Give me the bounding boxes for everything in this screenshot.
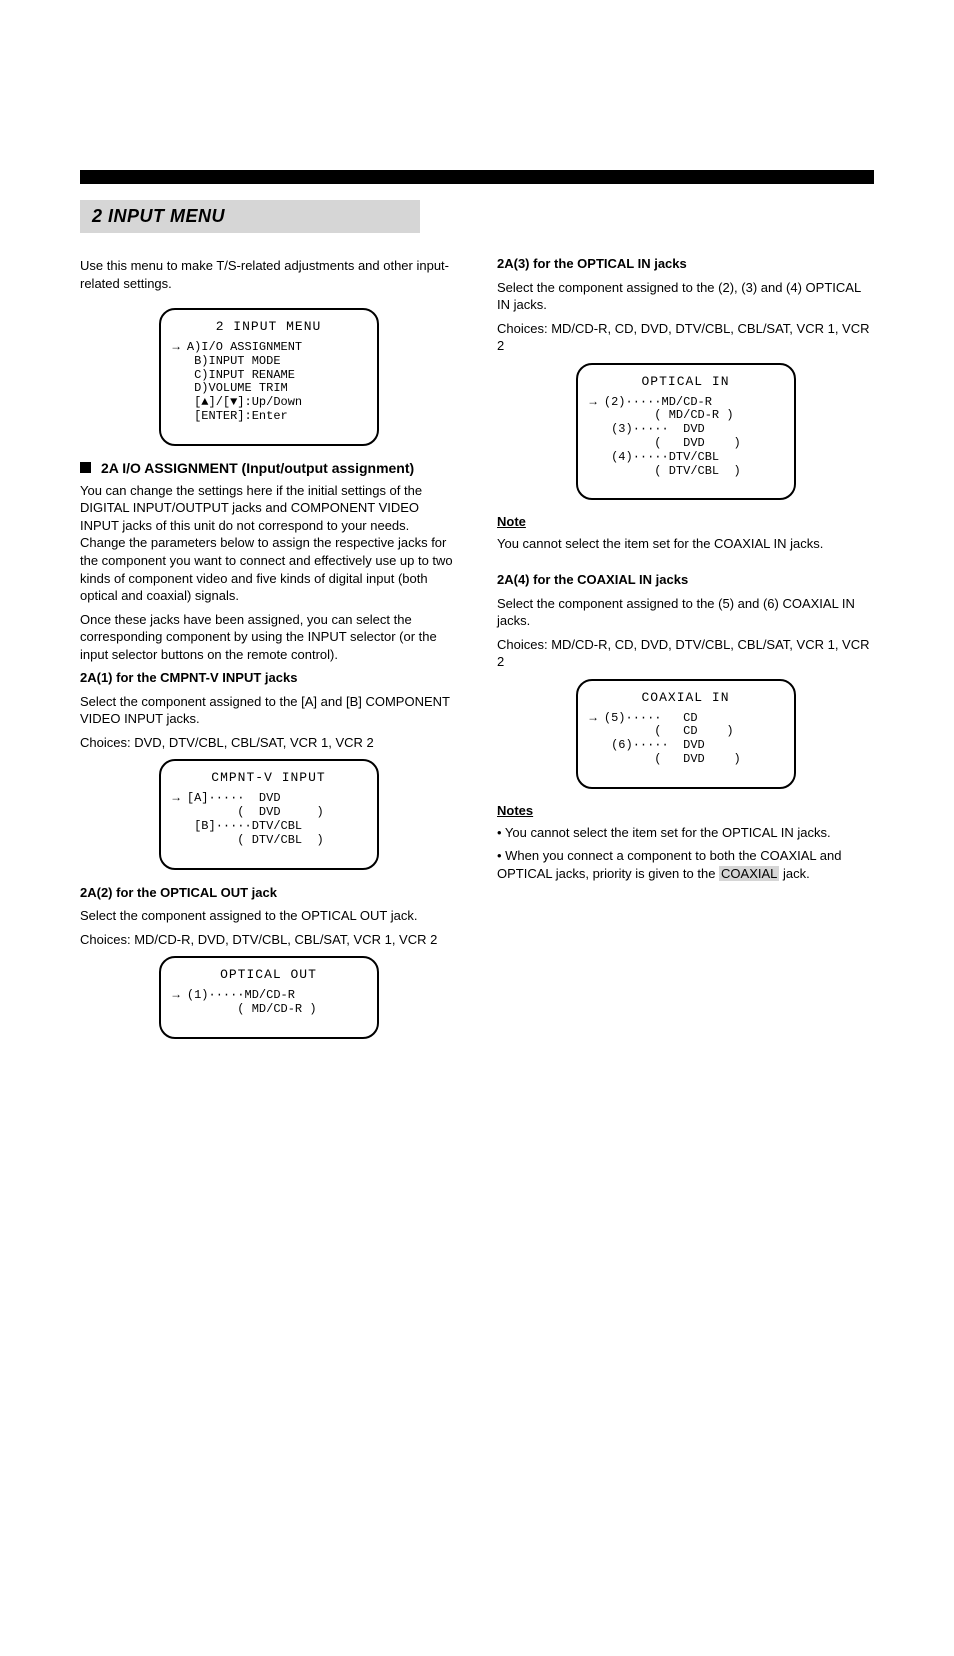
choices-text: Choices: MD/CD-R, DVD, DTV/CBL, CBL/SAT,…	[80, 931, 457, 949]
osd-line: → [A]····· DVD	[173, 792, 365, 806]
osd-line: → A)I/O ASSIGNMENT	[173, 341, 365, 355]
note-text: You cannot select the item set for the C…	[497, 535, 874, 553]
black-rule	[80, 170, 874, 184]
subheading-optical-in: 2A(3) for the OPTICAL IN jacks	[497, 255, 874, 273]
paragraph: Once these jacks have been assigned, you…	[80, 611, 457, 664]
osd-line: [▲]/[▼]:Up/Down	[173, 396, 365, 410]
osd-line: [ENTER]:Enter	[173, 410, 365, 424]
osd-coaxial-in: COAXIAL IN → (5)····· CD ( CD ) (6)·····…	[576, 679, 796, 789]
paragraph: Select the component assigned to the [A]…	[80, 693, 457, 728]
paragraph: Select the component assigned to the (5)…	[497, 595, 874, 630]
note-highlight: COAXIAL	[719, 866, 779, 881]
right-column: 2A(3) for the OPTICAL IN jacks Select th…	[497, 249, 874, 1053]
subheading-optical-out: 2A(2) for the OPTICAL OUT jack	[80, 884, 457, 902]
intro-text: Use this menu to make T/S-related adjust…	[80, 257, 457, 292]
choices-text: Choices: MD/CD-R, CD, DVD, DTV/CBL, CBL/…	[497, 636, 874, 671]
osd-line: ( MD/CD-R )	[590, 409, 782, 423]
osd-line: (3)····· DVD	[590, 423, 782, 437]
osd-cmpnt-v-input: CMPNT-V INPUT → [A]····· DVD ( DVD ) [B]…	[159, 759, 379, 869]
osd-line: ( DVD )	[590, 437, 782, 451]
osd-line: [B]·····DTV/CBL	[173, 820, 365, 834]
choices-text: Choices: MD/CD-R, CD, DVD, DTV/CBL, CBL/…	[497, 320, 874, 355]
square-bullet-icon	[80, 462, 91, 473]
osd-line: ( DTV/CBL )	[590, 465, 782, 479]
osd-line: B)INPUT MODE	[173, 355, 365, 369]
paragraph: Select the component assigned to the OPT…	[80, 907, 457, 925]
osd-line: → (5)····· CD	[590, 712, 782, 726]
left-column: Use this menu to make T/S-related adjust…	[80, 249, 457, 1053]
note-suffix: jack.	[779, 866, 809, 881]
osd-line: (6)····· DVD	[590, 739, 782, 753]
osd-line: ( DVD )	[173, 806, 365, 820]
subheading-coaxial-in: 2A(4) for the COAXIAL IN jacks	[497, 571, 874, 589]
osd-line: ( DVD )	[590, 753, 782, 767]
osd-line: → (2)·····MD/CD-R	[590, 396, 782, 410]
paragraph: Select the component assigned to the (2)…	[497, 279, 874, 314]
osd-optical-out: OPTICAL OUT → (1)·····MD/CD-R ( MD/CD-R …	[159, 956, 379, 1039]
heading-io-assignment: 2A I/O ASSIGNMENT (Input/output assignme…	[101, 460, 414, 476]
osd-title: COAXIAL IN	[590, 691, 782, 706]
section-title: 2 INPUT MENU	[80, 200, 420, 233]
osd-title: OPTICAL IN	[590, 375, 782, 390]
notes-label: Notes	[497, 803, 874, 818]
osd-title: CMPNT-V INPUT	[173, 771, 365, 786]
osd-optical-in: OPTICAL IN → (2)·····MD/CD-R ( MD/CD-R )…	[576, 363, 796, 501]
osd-line: C)INPUT RENAME	[173, 369, 365, 383]
osd-line: ( CD )	[590, 725, 782, 739]
paragraph: You can change the settings here if the …	[80, 482, 457, 605]
note-text: • When you connect a component to both t…	[497, 847, 874, 882]
osd-line: ( DTV/CBL )	[173, 834, 365, 848]
osd-title: OPTICAL OUT	[173, 968, 365, 983]
note-text: • You cannot select the item set for the…	[497, 824, 874, 842]
osd-input-menu: 2 INPUT MENU → A)I/O ASSIGNMENT B)INPUT …	[159, 308, 379, 446]
osd-line: ( MD/CD-R )	[173, 1003, 365, 1017]
osd-title: 2 INPUT MENU	[173, 320, 365, 335]
subheading-cmpnt: 2A(1) for the CMPNT-V INPUT jacks	[80, 669, 457, 687]
choices-text: Choices: DVD, DTV/CBL, CBL/SAT, VCR 1, V…	[80, 734, 457, 752]
note-label: Note	[497, 514, 874, 529]
osd-line: D)VOLUME TRIM	[173, 382, 365, 396]
osd-line: (4)·····DTV/CBL	[590, 451, 782, 465]
osd-line: → (1)·····MD/CD-R	[173, 989, 365, 1003]
